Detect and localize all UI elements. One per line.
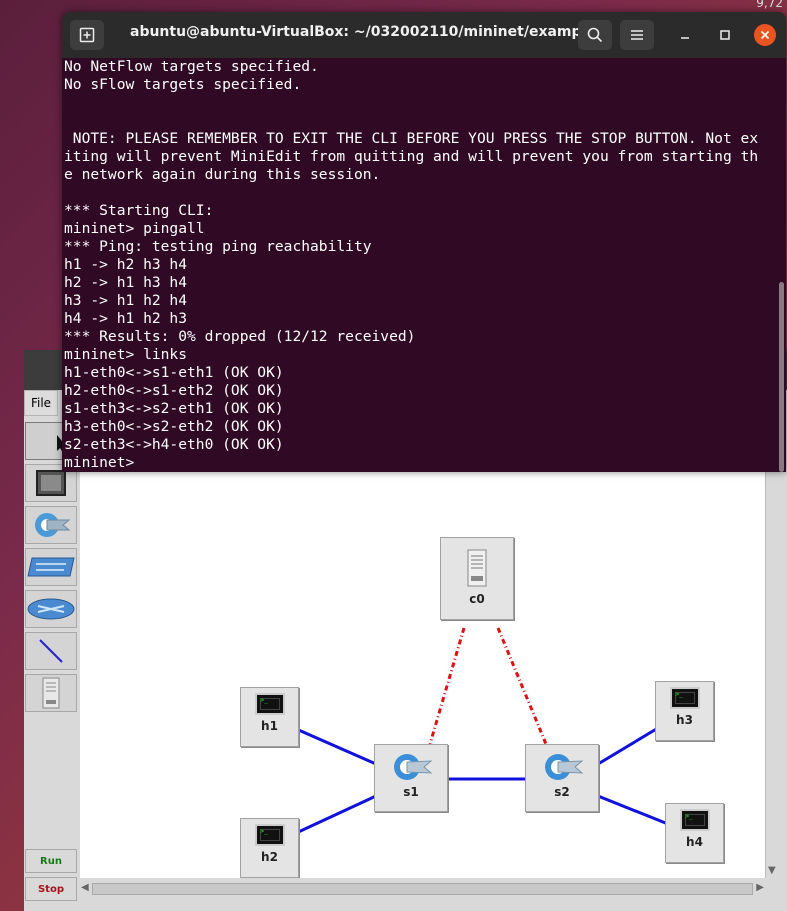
controller-tool[interactable] [25, 674, 77, 712]
terminal-icon [679, 809, 710, 831]
terminal-line: h1-eth0<->s1-eth1 (OK OK) [64, 364, 284, 381]
terminal-line: h2-eth0<->s1-eth2 (OK OK) [64, 382, 284, 399]
legacy-switch-icon [27, 557, 75, 577]
search-icon [587, 27, 603, 43]
vertical-scrollbar[interactable]: ▼ [765, 472, 780, 878]
terminal-scrollbar[interactable] [779, 282, 784, 472]
horizontal-scrollbar[interactable]: ◀ ▶ [80, 880, 765, 896]
switch-icon [35, 513, 71, 537]
terminal-line: h4 -> h1 h2 h3 [64, 310, 188, 327]
search-button[interactable] [578, 20, 612, 50]
controller-icon [467, 549, 487, 587]
legacy-router-tool[interactable] [25, 590, 77, 628]
host-icon [36, 470, 66, 496]
control-link-c0-s1[interactable] [428, 627, 466, 745]
terminal-line: mininet> [64, 454, 135, 471]
maximize-icon [720, 30, 730, 40]
terminal-line: s2-eth3<->h4-eth0 (OK OK) [64, 436, 284, 453]
close-icon [760, 30, 770, 40]
node-label: h4 [686, 835, 703, 849]
legacy-switch-tool[interactable] [25, 548, 77, 586]
clock: 9,72 [756, 0, 783, 10]
tool-palette: Run Stop [24, 420, 80, 911]
terminal-line: *** Ping: testing ping reachability [64, 238, 372, 255]
terminal-line: s1-eth3<->s2-eth1 (OK OK) [64, 400, 284, 417]
minimize-button[interactable] [674, 24, 696, 46]
node-label: s2 [554, 785, 570, 799]
terminal-output[interactable]: No NetFlow targets specified. No sFlow ta… [64, 58, 776, 472]
control-link-c0-s2[interactable] [496, 627, 548, 745]
node-s1[interactable]: s1 [374, 744, 448, 812]
node-c0[interactable]: c0 [440, 537, 514, 620]
link-icon [39, 639, 63, 663]
node-s2[interactable]: s2 [525, 744, 599, 812]
maximize-button[interactable] [714, 24, 736, 46]
close-button[interactable] [754, 24, 776, 46]
menu-button[interactable] [620, 20, 654, 50]
node-h3[interactable]: h3 [655, 681, 714, 741]
switch-tool[interactable] [25, 506, 77, 544]
terminal-icon [669, 687, 700, 709]
terminal-line: mininet> pingall [64, 220, 205, 237]
link-layer [293, 627, 669, 836]
stop-button[interactable]: Stop [25, 877, 77, 901]
terminal-title: abuntu@abuntu-VirtualBox: ~/032002110/mi… [130, 24, 605, 40]
scroll-right-arrow-icon[interactable]: ▶ [756, 882, 764, 893]
run-button[interactable]: Run [25, 849, 77, 873]
topology-canvas[interactable]: c0 s1 s2 h1 h2 [80, 472, 765, 878]
terminal-line: No sFlow targets specified. [64, 76, 302, 93]
new-tab-button[interactable] [70, 20, 104, 50]
terminal-line: iting will prevent MiniEdit from quittin… [64, 148, 759, 165]
scroll-left-arrow-icon[interactable]: ◀ [81, 882, 89, 893]
link-h2-s1[interactable] [293, 794, 377, 836]
link-tool[interactable] [25, 632, 77, 670]
terminal-line: *** Starting CLI: [64, 202, 214, 219]
terminal-line: mininet> links [64, 346, 188, 363]
terminal-line: e network again during this session. [64, 166, 381, 183]
node-h4[interactable]: h4 [665, 803, 724, 863]
node-h1[interactable]: h1 [240, 687, 299, 747]
terminal-header[interactable]: abuntu@abuntu-VirtualBox: ~/032002110/mi… [62, 12, 786, 58]
node-label: c0 [469, 592, 485, 606]
terminal-window: abuntu@abuntu-VirtualBox: ~/032002110/mi… [62, 12, 786, 472]
scroll-down-arrow-icon[interactable]: ▼ [768, 865, 776, 876]
node-label: h3 [676, 713, 693, 727]
terminal-line: h3 -> h1 h2 h4 [64, 292, 188, 309]
switch-icon [545, 754, 584, 780]
node-h2[interactable]: h2 [240, 818, 299, 878]
controller-icon [42, 677, 60, 709]
menu-file[interactable]: File [24, 390, 58, 416]
scroll-track[interactable] [92, 883, 753, 895]
new-tab-icon [79, 27, 95, 43]
terminal-line: h1 -> h2 h3 h4 [64, 256, 188, 273]
router-icon [27, 598, 75, 620]
link-h1-s1[interactable] [293, 726, 377, 766]
terminal-icon [254, 693, 285, 715]
node-label: s1 [403, 785, 419, 799]
switch-icon [394, 754, 433, 780]
terminal-line: *** Results: 0% dropped (12/12 received) [64, 328, 416, 345]
terminal-line: No NetFlow targets specified. [64, 58, 319, 75]
terminal-line: h3-eth0<->s2-eth2 (OK OK) [64, 418, 284, 435]
terminal-line: NOTE: PLEASE REMEMBER TO EXIT THE CLI BE… [64, 130, 759, 147]
terminal-icon [254, 824, 285, 846]
link-s2-h3[interactable] [597, 726, 659, 766]
link-s2-h4[interactable] [597, 794, 669, 826]
terminal-line: h2 -> h1 h3 h4 [64, 274, 188, 291]
node-label: h1 [261, 719, 278, 733]
node-label: h2 [261, 850, 278, 864]
minimize-icon [681, 37, 689, 39]
hamburger-menu-icon [631, 30, 643, 40]
